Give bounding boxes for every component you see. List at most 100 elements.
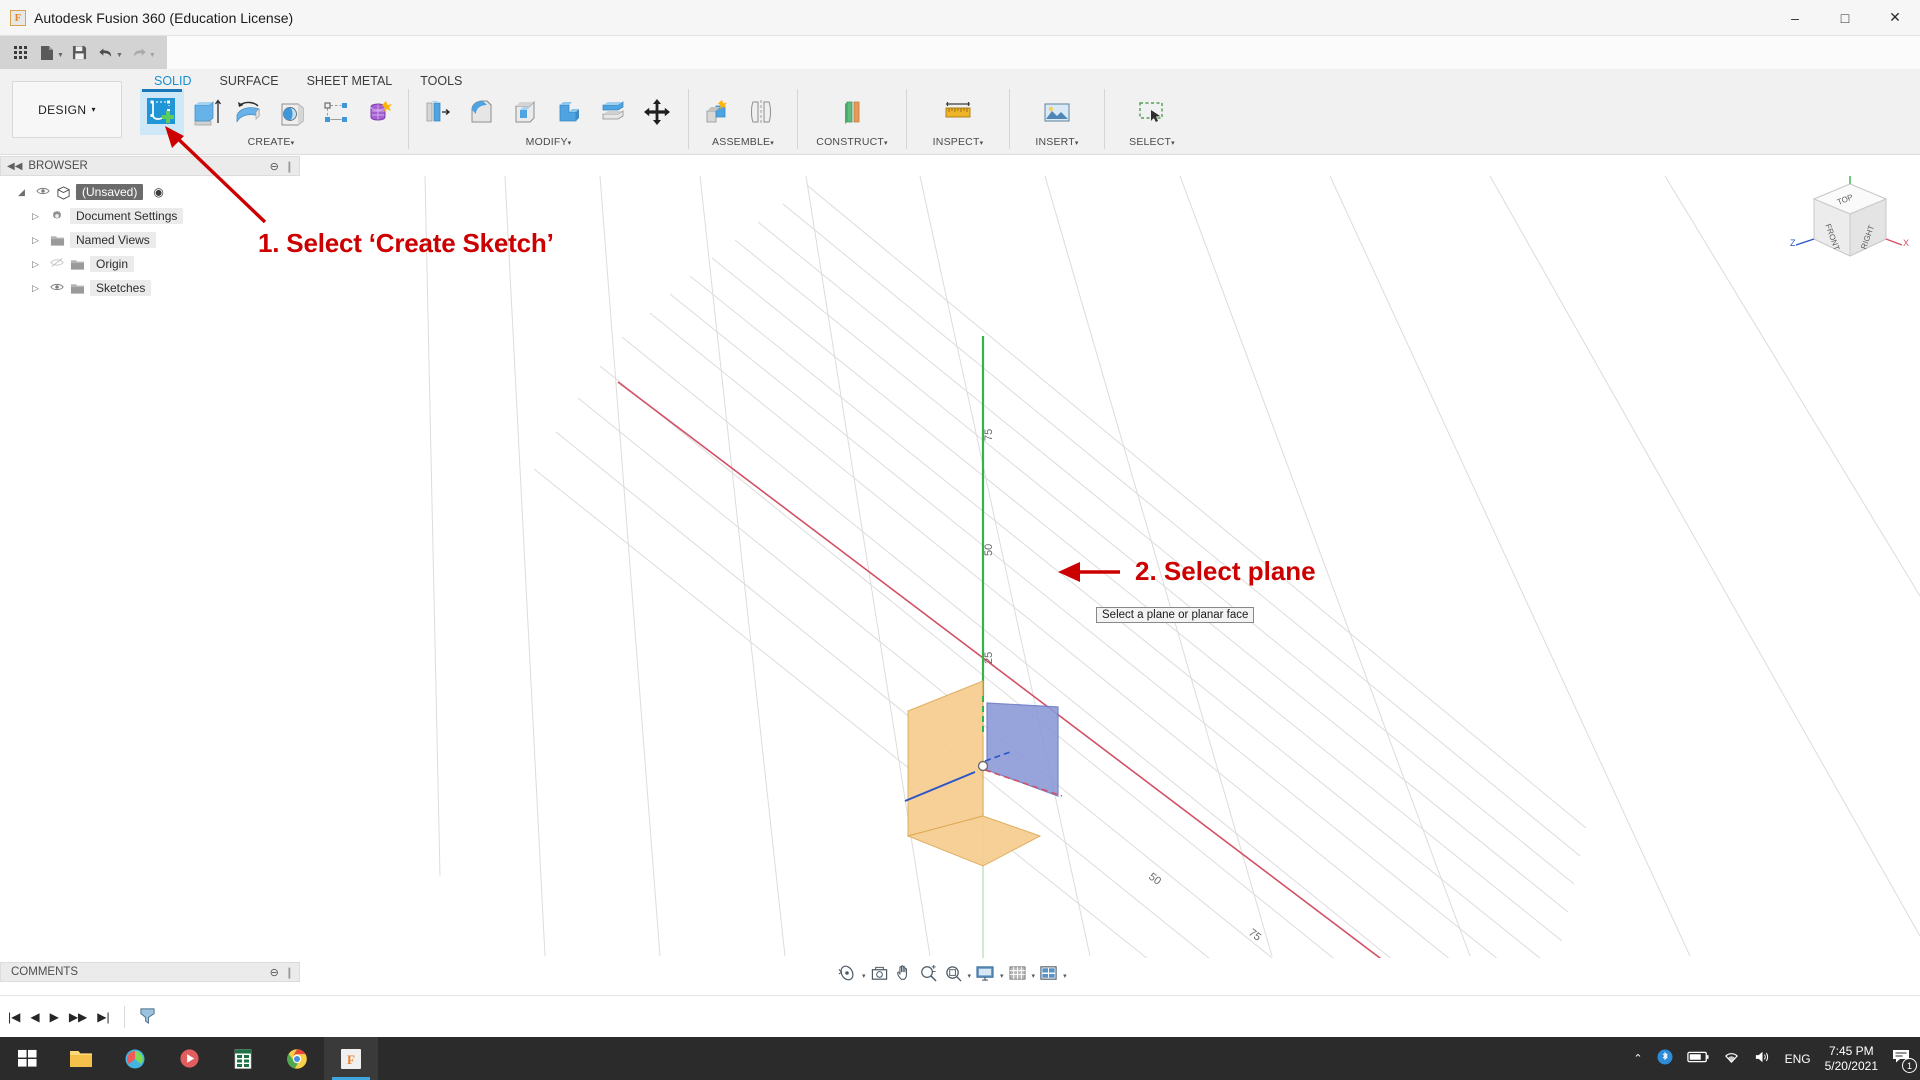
display-settings-icon[interactable] [973, 960, 997, 986]
tree-item-sketches[interactable]: ▷ Sketches [0, 276, 300, 300]
go-to-end-icon[interactable]: ▶| [97, 1010, 109, 1024]
app-grid-icon[interactable] [8, 40, 34, 66]
measure-tool[interactable] [936, 89, 980, 135]
play-icon[interactable]: ▶ [50, 1010, 59, 1024]
collapse-left-icon[interactable]: ◀◀ [7, 161, 22, 172]
visibility-eye-icon[interactable] [50, 281, 70, 295]
comments-resize-grip[interactable]: ❙ [285, 966, 294, 979]
tree-item-label: (Unsaved) [76, 184, 143, 200]
taskbar-fusion360[interactable]: F [324, 1037, 378, 1080]
expand-arrow-icon[interactable]: ▷ [32, 235, 50, 246]
undo-caret-icon[interactable]: ▼ [116, 47, 123, 59]
insert-image-tool[interactable] [1035, 89, 1079, 135]
taskbar-excel[interactable] [216, 1037, 270, 1080]
taskbar-photos[interactable] [108, 1037, 162, 1080]
windows-start-icon[interactable] [0, 1037, 54, 1080]
browser-title: BROWSER [28, 160, 87, 172]
browser-resize-grip[interactable]: ❙ [285, 160, 294, 173]
save-icon[interactable] [67, 40, 93, 66]
panel-construct-label[interactable]: CONSTRUCT▾ [800, 136, 904, 148]
extrude-tool[interactable] [184, 89, 228, 135]
comments-panel-header[interactable]: COMMENTS ⊖ ❙ [0, 962, 300, 982]
combine-tool[interactable] [547, 89, 591, 135]
browser-panel-header[interactable]: ◀◀ BROWSER ⊖ ❙ [0, 156, 300, 176]
step-back-icon[interactable]: ◀ [30, 1010, 39, 1024]
press-pull-tool[interactable] [415, 89, 459, 135]
panel-select-label[interactable]: SELECT▾ [1107, 136, 1197, 148]
orbit-icon[interactable] [835, 960, 859, 986]
viewports-caret-icon[interactable]: ▾ [1063, 966, 1067, 980]
grid-snaps-icon[interactable] [1006, 960, 1029, 986]
form-tool[interactable] [358, 89, 402, 135]
offset-plane-tool[interactable] [830, 89, 874, 135]
view-cube[interactable]: TOP FRONT RIGHT Y Z X [1790, 176, 1910, 286]
grid-snaps-caret-icon[interactable]: ▾ [1032, 966, 1036, 980]
taskbar-file-explorer[interactable] [54, 1037, 108, 1080]
fit-caret-icon[interactable]: ▾ [968, 966, 972, 980]
go-to-beginning-icon[interactable]: |◀ [8, 1010, 20, 1024]
chevron-down-icon: ▾ [291, 140, 295, 147]
window-title: Autodesk Fusion 360 (Education License) [34, 10, 293, 26]
expand-arrow-icon[interactable]: ▷ [32, 283, 50, 294]
pattern-tool[interactable] [315, 89, 359, 135]
bluetooth-icon[interactable] [1657, 1049, 1673, 1068]
clock[interactable]: 7:45 PM 5/20/2021 [1825, 1044, 1878, 1074]
new-document-caret-icon[interactable]: ▼ [57, 47, 64, 59]
taskbar-chrome[interactable] [270, 1037, 324, 1080]
revolve-tool[interactable] [227, 89, 271, 135]
activate-component-radio[interactable]: ◉ [153, 185, 163, 199]
panel-insert-label[interactable]: INSERT▾ [1012, 136, 1102, 148]
tree-item-unsaved[interactable]: ◢ (Unsaved) ◉ [0, 180, 300, 204]
fit-icon[interactable] [942, 960, 965, 986]
pan-icon[interactable] [893, 960, 915, 986]
step-forward-icon[interactable]: ▶▶ [69, 1010, 87, 1024]
minimize-button[interactable]: – [1770, 0, 1820, 36]
svg-text:X: X [1903, 238, 1909, 248]
workspace-selector[interactable]: DESIGN ▾ [12, 81, 122, 138]
joint-tool[interactable] [739, 89, 783, 135]
panel-inspect-label[interactable]: INSPECT▾ [909, 136, 1007, 148]
shell-tool[interactable] [503, 89, 547, 135]
redo-caret-icon[interactable]: ▼ [149, 47, 156, 59]
comments-settings-icon[interactable]: ⊖ [270, 966, 279, 979]
taskbar-media[interactable] [162, 1037, 216, 1080]
panel-modify-label[interactable]: MODIFY▾ [411, 136, 686, 148]
new-component-tool[interactable] [695, 89, 739, 135]
viewports-icon[interactable] [1037, 960, 1060, 986]
origin-point [979, 762, 988, 771]
look-at-icon[interactable] [868, 960, 891, 986]
tree-item-origin[interactable]: ▷ Origin [0, 252, 300, 276]
chevron-down-icon: ▾ [980, 140, 984, 147]
panel-assemble-label[interactable]: ASSEMBLE▾ [691, 136, 795, 148]
action-center-icon[interactable]: 1 [1892, 1048, 1912, 1069]
annotation-step-1: 1. Select ‘Create Sketch’ [258, 228, 554, 259]
fillet-tool[interactable] [459, 89, 503, 135]
move-copy-tool[interactable] [635, 89, 679, 135]
orbit-caret-icon[interactable]: ▾ [862, 966, 866, 980]
speaker-icon[interactable] [1754, 1050, 1771, 1067]
close-button[interactable]: ✕ [1870, 0, 1920, 36]
tree-item-document-settings[interactable]: ▷ Document Settings [0, 204, 300, 228]
sweep-tool[interactable] [271, 89, 315, 135]
create-sketch-tool[interactable] [140, 89, 184, 135]
zoom-icon[interactable] [917, 960, 940, 986]
panel-create-label[interactable]: CREATE▾ [136, 136, 406, 148]
browser-settings-icon[interactable]: ⊖ [270, 160, 279, 173]
tray-chevron-icon[interactable]: ⌃ [1633, 1052, 1642, 1065]
visibility-eye-icon[interactable] [36, 185, 56, 199]
split-body-tool[interactable] [591, 89, 635, 135]
wifi-icon[interactable] [1723, 1050, 1740, 1067]
display-settings-caret-icon[interactable]: ▾ [1000, 966, 1004, 980]
maximize-button[interactable]: □ [1820, 0, 1870, 36]
visibility-eye-off-icon[interactable] [50, 257, 70, 271]
battery-icon[interactable] [1687, 1051, 1709, 1066]
panel-insert-label-text: INSERT [1035, 136, 1075, 148]
timeline-marker-icon[interactable] [139, 1006, 156, 1028]
tree-item-named-views[interactable]: ▷ Named Views [0, 228, 300, 252]
select-window-tool[interactable] [1130, 89, 1174, 135]
panel-divider [1009, 89, 1010, 149]
expand-arrow-icon[interactable]: ▷ [32, 211, 50, 222]
language-indicator[interactable]: ENG [1785, 1052, 1811, 1066]
expand-arrow-icon[interactable]: ▷ [32, 259, 50, 270]
expand-arrow-icon[interactable]: ◢ [18, 187, 36, 198]
